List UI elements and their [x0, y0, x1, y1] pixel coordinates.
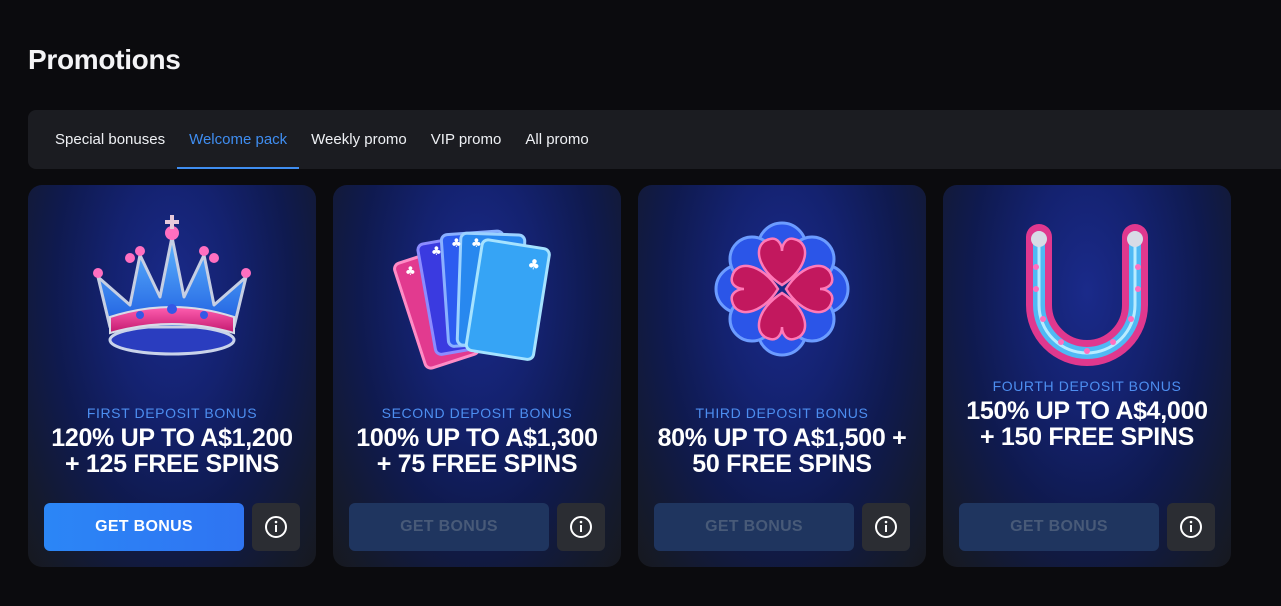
promo-card-first-deposit: FIRST DEPOSIT BONUS 120% UP TO A$1,200 +…: [28, 185, 316, 567]
promo-card-third-deposit: THIRD DEPOSIT BONUS 80% UP TO A$1,500 + …: [638, 185, 926, 567]
get-bonus-button[interactable]: GET BONUS: [959, 503, 1159, 551]
bonus-info: THIRD DEPOSIT BONUS 80% UP TO A$1,500 + …: [638, 405, 926, 477]
bonus-info: SECOND DEPOSIT BONUS 100% UP TO A$1,300 …: [333, 405, 621, 477]
card-actions: GET BONUS: [959, 503, 1215, 551]
info-icon: [570, 516, 592, 538]
four-leaf-clover-icon: [638, 185, 926, 385]
svg-text:♣: ♣: [471, 236, 482, 250]
tab-special-bonuses[interactable]: Special bonuses: [43, 110, 177, 169]
bonus-title: 150% UP TO A$4,000 + 150 FREE SPINS: [966, 397, 1208, 451]
info-button[interactable]: [862, 503, 910, 551]
bonus-info: FOURTH DEPOSIT BONUS 150% UP TO A$4,000 …: [943, 378, 1231, 450]
promo-card-fourth-deposit: FOURTH DEPOSIT BONUS 150% UP TO A$4,000 …: [943, 185, 1231, 567]
bonus-title: 120% UP TO A$1,200 + 125 FREE SPINS: [51, 424, 293, 478]
tab-vip-promo[interactable]: VIP promo: [419, 110, 514, 169]
page-title: Promotions: [28, 44, 181, 75]
bonus-label: SECOND DEPOSIT BONUS: [381, 405, 573, 421]
horseshoe-icon: [943, 185, 1231, 385]
get-bonus-button[interactable]: GET BONUS: [654, 503, 854, 551]
get-bonus-button[interactable]: GET BONUS: [44, 503, 244, 551]
bonus-label: THIRD DEPOSIT BONUS: [695, 405, 869, 421]
bonus-title: 100% UP TO A$1,300 + 75 FREE SPINS: [356, 424, 598, 478]
promo-cards: FIRST DEPOSIT BONUS 120% UP TO A$1,200 +…: [28, 185, 1231, 567]
info-button[interactable]: [252, 503, 300, 551]
svg-text:♣: ♣: [431, 244, 442, 258]
crown-icon: [28, 185, 316, 385]
info-icon: [1180, 516, 1202, 538]
info-button[interactable]: [557, 503, 605, 551]
playing-cards-icon: ♣ ♣ ♣ ♣ ♣: [333, 185, 621, 385]
bonus-label: FIRST DEPOSIT BONUS: [86, 405, 258, 421]
bonus-info: FIRST DEPOSIT BONUS 120% UP TO A$1,200 +…: [28, 405, 316, 477]
promo-card-second-deposit: ♣ ♣ ♣ ♣ ♣ SECOND DEPOSIT BONUS 100% UP T…: [333, 185, 621, 567]
card-actions: GET BONUS: [654, 503, 910, 551]
tab-weekly-promo[interactable]: Weekly promo: [299, 110, 419, 169]
tab-welcome-pack[interactable]: Welcome pack: [177, 110, 300, 169]
svg-text:♣: ♣: [451, 236, 462, 250]
bonus-label: FOURTH DEPOSIT BONUS: [992, 378, 1182, 394]
info-button[interactable]: [1167, 503, 1215, 551]
get-bonus-button[interactable]: GET BONUS: [349, 503, 549, 551]
svg-text:♣: ♣: [405, 264, 416, 278]
info-icon: [875, 516, 897, 538]
info-icon: [265, 516, 287, 538]
bonus-title: 80% UP TO A$1,500 + 50 FREE SPINS: [657, 424, 907, 478]
svg-text:♣: ♣: [526, 256, 541, 274]
card-actions: GET BONUS: [44, 503, 300, 551]
promo-tabs: Special bonuses Welcome pack Weekly prom…: [28, 110, 1281, 169]
tab-all-promo[interactable]: All promo: [513, 110, 600, 169]
card-actions: GET BONUS: [349, 503, 605, 551]
